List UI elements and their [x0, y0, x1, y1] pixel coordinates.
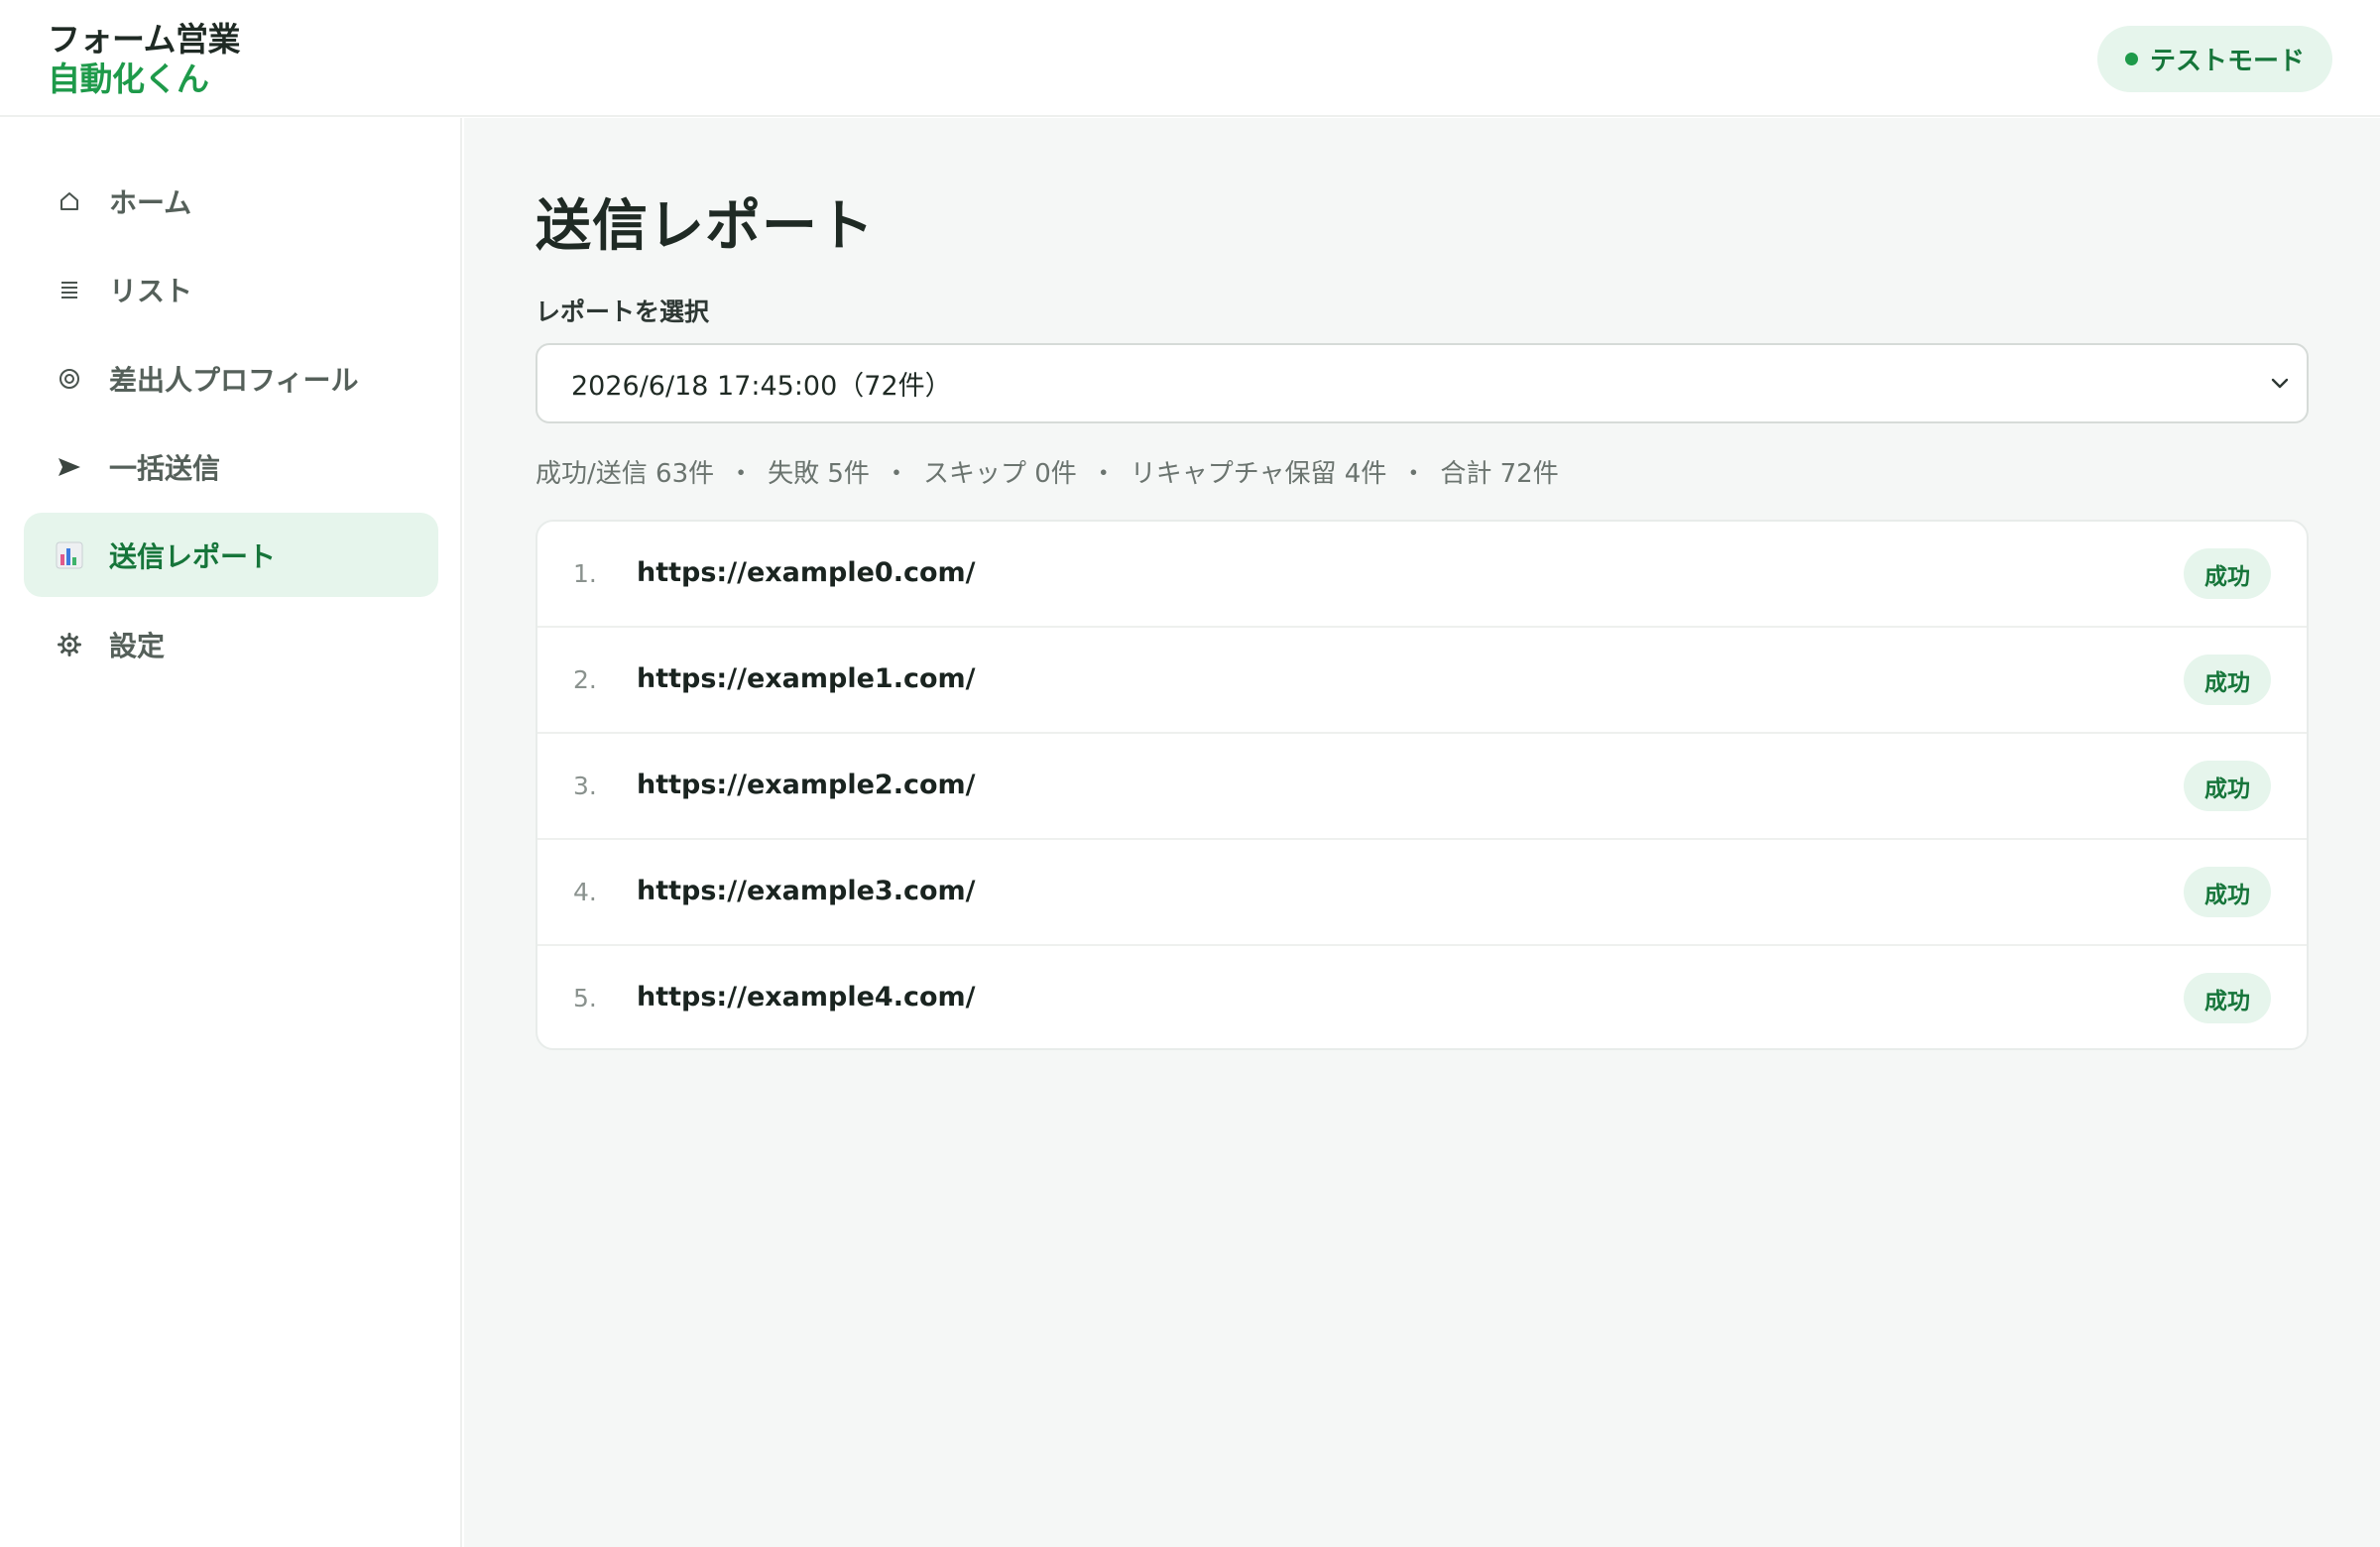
sidebar-item-bulk-send[interactable]: 一括送信 — [24, 424, 438, 509]
main-content: 送信レポート レポートを選択 2026/6/18 17:45:00（72件） 成… — [464, 118, 2380, 1547]
results-list: 1. https://example0.com/ 成功 2. https://e… — [536, 520, 2309, 1050]
sidebar-item-label: リスト — [109, 274, 193, 307]
list-item[interactable]: 4. https://example3.com/ 成功 — [537, 840, 2307, 946]
row-number: 3. — [573, 772, 597, 800]
sidebar: ホーム リスト 差出人プロフィール 一括送信 送信レポート 設定 — [0, 118, 462, 1547]
page-title: 送信レポート — [536, 194, 875, 259]
chevron-down-icon — [2271, 378, 2289, 389]
status-badge: 成功 — [2184, 654, 2271, 705]
profile-icon — [52, 367, 87, 391]
row-url[interactable]: https://example4.com/ — [637, 982, 976, 1012]
gear-icon — [52, 632, 87, 657]
top-header: フォーム営業 自動化くん テストモード — [0, 0, 2380, 117]
summary-skipped: スキップ 0件 — [922, 459, 1077, 489]
list-item[interactable]: 5. https://example4.com/ 成功 — [537, 946, 2307, 1048]
logo-line1: フォーム営業 — [48, 20, 241, 59]
sidebar-item-profile[interactable]: 差出人プロフィール — [24, 336, 438, 420]
summary-separator: ・ — [883, 459, 909, 489]
summary-total: 合計 72件 — [1440, 459, 1559, 489]
report-select-value: 2026/6/18 17:45:00（72件） — [571, 371, 952, 402]
row-number: 2. — [573, 665, 597, 694]
send-icon — [52, 455, 87, 479]
sidebar-item-label: 一括送信 — [109, 451, 221, 485]
row-number: 1. — [573, 559, 597, 588]
chart-icon — [52, 541, 87, 569]
summary-failed: 失敗 5件 — [768, 459, 870, 489]
report-summary: 成功/送信 63件・失敗 5件・スキップ 0件・リキャプチャ保留 4件・合計 7… — [536, 453, 1559, 490]
summary-sent: 成功/送信 63件 — [536, 459, 715, 489]
row-url[interactable]: https://example2.com/ — [637, 770, 976, 800]
list-icon — [52, 279, 87, 300]
list-item[interactable]: 3. https://example2.com/ 成功 — [537, 734, 2307, 840]
home-icon — [52, 189, 87, 213]
test-mode-badge[interactable]: テストモード — [2097, 26, 2332, 92]
report-select[interactable]: 2026/6/18 17:45:00（72件） — [536, 343, 2309, 423]
status-badge: 成功 — [2184, 761, 2271, 811]
app-logo[interactable]: フォーム営業 自動化くん — [48, 20, 241, 99]
status-badge: 成功 — [2184, 973, 2271, 1023]
row-url[interactable]: https://example3.com/ — [637, 876, 976, 906]
row-url[interactable]: https://example0.com/ — [637, 557, 976, 588]
sidebar-item-label: 設定 — [109, 629, 166, 662]
row-number: 4. — [573, 878, 597, 906]
report-select-label: レポートを選択 — [536, 298, 710, 326]
logo-line2: 自動化くん — [48, 60, 209, 98]
sidebar-item-list[interactable]: リスト — [24, 247, 438, 331]
summary-recaptcha: リキャプチャ保留 4件 — [1130, 459, 1387, 489]
status-badge: 成功 — [2184, 548, 2271, 599]
status-badge: 成功 — [2184, 867, 2271, 917]
list-item[interactable]: 1. https://example0.com/ 成功 — [537, 522, 2307, 628]
summary-separator: ・ — [1090, 459, 1117, 489]
sidebar-item-label: ホーム — [109, 185, 192, 219]
summary-separator: ・ — [728, 459, 755, 489]
sidebar-item-send-report[interactable]: 送信レポート — [24, 513, 438, 597]
list-item[interactable]: 2. https://example1.com/ 成功 — [537, 628, 2307, 734]
row-url[interactable]: https://example1.com/ — [637, 663, 976, 694]
sidebar-item-settings[interactable]: 設定 — [24, 602, 438, 686]
summary-separator: ・ — [1400, 459, 1427, 489]
sidebar-item-home[interactable]: ホーム — [24, 159, 438, 243]
test-mode-label: テストモード — [2149, 47, 2305, 76]
row-number: 5. — [573, 984, 597, 1012]
sidebar-item-label: 送信レポート — [109, 539, 277, 573]
sidebar-item-label: 差出人プロフィール — [109, 363, 359, 397]
status-dot-icon — [2124, 53, 2138, 65]
